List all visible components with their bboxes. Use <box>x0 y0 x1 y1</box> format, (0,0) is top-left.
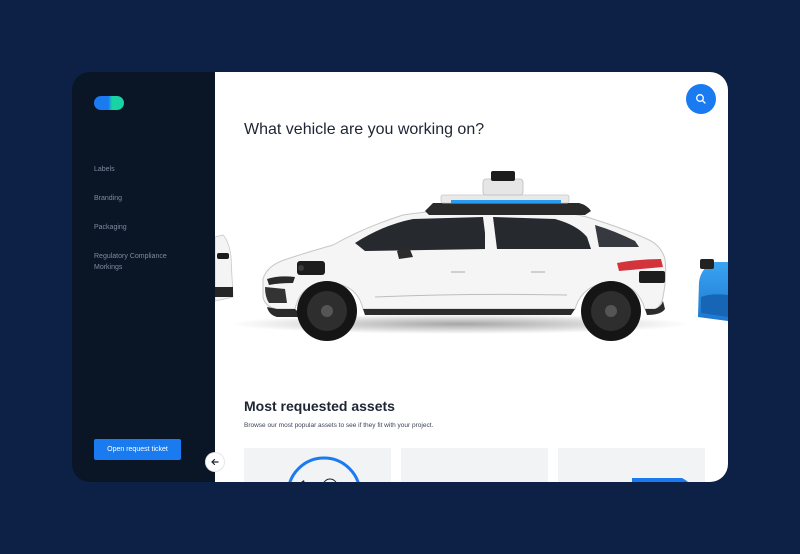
asset-card-illustration <box>288 456 360 482</box>
sidebar-item-packaging[interactable]: Packaging <box>94 222 189 233</box>
app-window: Labels Branding Packaging Regulatory Com… <box>72 72 728 482</box>
asset-card[interactable] <box>244 448 391 482</box>
collapse-sidebar-button[interactable] <box>206 453 224 471</box>
search-button[interactable] <box>686 84 716 114</box>
arrow-left-icon <box>211 458 219 466</box>
main-panel: What vehicle are you working on? Most re… <box>215 72 728 482</box>
logo-icon <box>94 96 124 110</box>
page-title: What vehicle are you working on? <box>244 121 485 138</box>
assets-section-title: Most requested assets <box>244 398 395 414</box>
sidebar: Labels Branding Packaging Regulatory Com… <box>72 72 215 482</box>
sidebar-item-branding[interactable]: Branding <box>94 193 189 204</box>
vehicle-image <box>215 171 728 341</box>
asset-card[interactable] <box>558 448 705 482</box>
sidebar-nav: Labels Branding Packaging Regulatory Com… <box>94 164 189 291</box>
asset-card-illustration <box>632 478 688 482</box>
sidebar-item-regulatory-compliance[interactable]: Regulatory Compliance Morkings <box>94 251 189 273</box>
search-icon <box>696 94 706 104</box>
vehicle-carousel[interactable] <box>215 167 728 367</box>
assets-section-description: Browse our most popular assets to see if… <box>244 422 434 429</box>
open-request-ticket-button[interactable]: Open request ticket <box>94 439 181 460</box>
sidebar-item-labels[interactable]: Labels <box>94 164 189 175</box>
asset-card[interactable] <box>401 448 548 482</box>
